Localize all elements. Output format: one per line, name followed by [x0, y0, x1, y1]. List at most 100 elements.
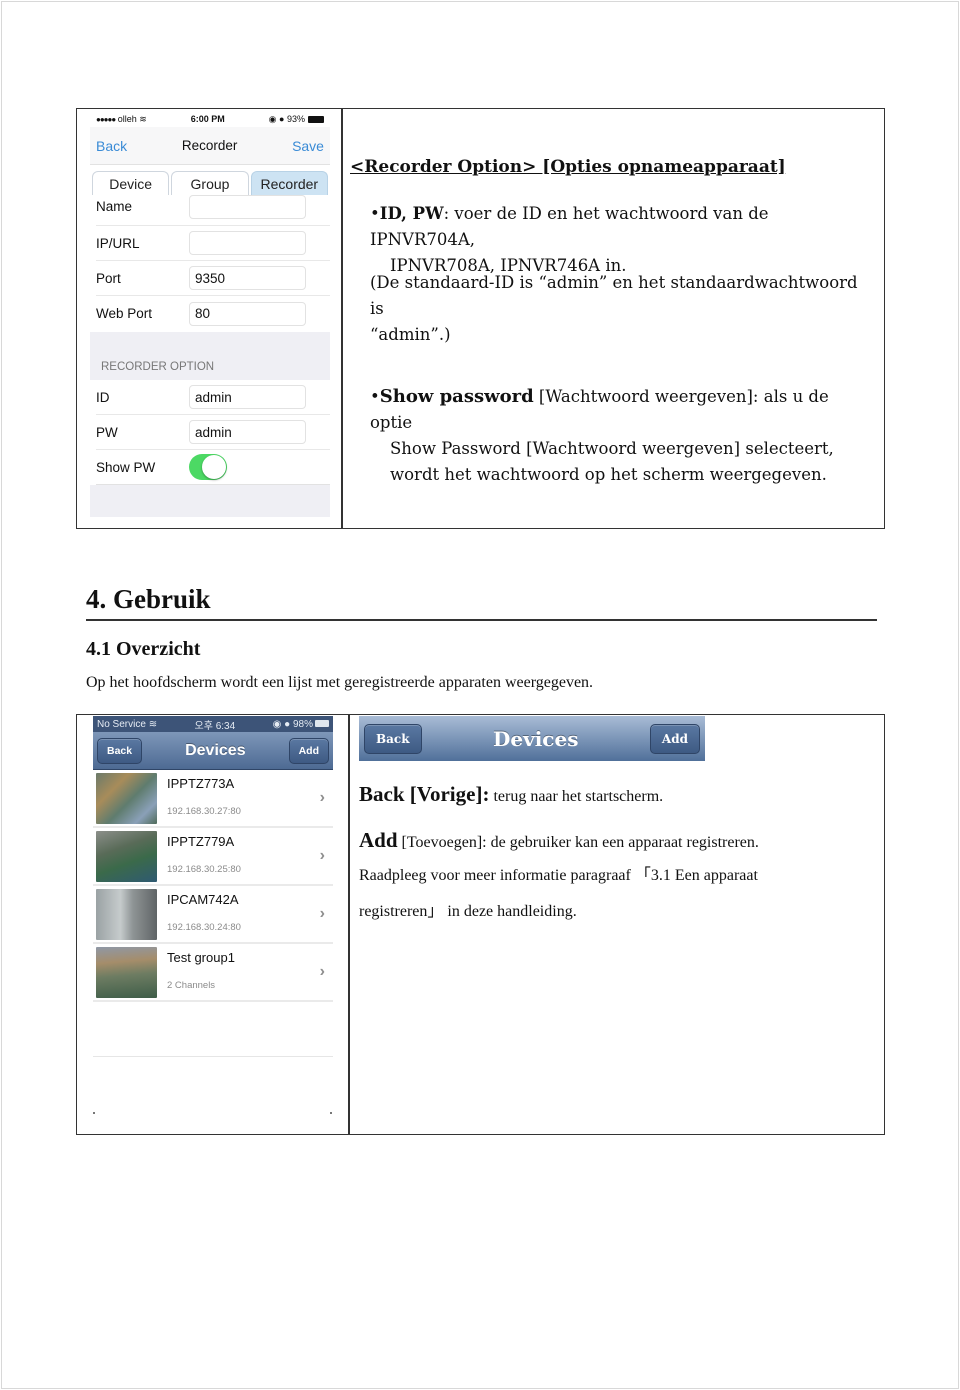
- group-info: Test group1 2 Channels: [167, 944, 333, 1000]
- table-divider: [348, 715, 350, 1134]
- device-list-item[interactable]: IPPTZ773A 192.168.30.27:80 ›: [93, 770, 333, 828]
- name-row: Name: [96, 195, 330, 226]
- status-bar: No Service ≋ 오후 6:34 ◉ ● 98%: [93, 716, 333, 732]
- add-desc: [Toevoegen]: de gebruiker kan een appara…: [397, 834, 759, 851]
- back-button[interactable]: Back: [96, 138, 127, 154]
- nav-title: Devices: [185, 741, 246, 759]
- back-description: Back [Vorige]: terug naar het startscher…: [359, 782, 663, 807]
- lock-rotation-icon: ◉: [268, 113, 277, 124]
- alarm-icon: ●: [284, 718, 291, 730]
- chevron-right-icon: ›: [319, 963, 325, 980]
- back-term: Back [Vorige]:: [359, 782, 490, 806]
- device-info: IPPTZ773A 192.168.30.27:80: [167, 770, 333, 826]
- scroll-marker: [93, 1112, 95, 1114]
- back-button[interactable]: Back: [364, 723, 422, 754]
- reference-line-2: registreren」 in deze handleiding.: [359, 903, 577, 920]
- name-input[interactable]: [189, 195, 306, 219]
- device-thumbnail: [96, 830, 157, 882]
- device-thumbnail: [96, 888, 157, 940]
- show-password-desc-2: Show Password [Wachtwoord weergeven] sel…: [390, 439, 834, 458]
- back-button[interactable]: Back: [97, 737, 143, 764]
- chevron-right-icon: ›: [319, 789, 325, 806]
- status-time: 오후 6:34: [194, 720, 236, 732]
- port-input[interactable]: 9350: [189, 266, 306, 290]
- save-button[interactable]: Save: [292, 138, 324, 154]
- id-pw-bullet: •ID, PW: voer de ID en het wachtwoord va…: [370, 201, 875, 279]
- id-input[interactable]: admin: [189, 385, 306, 409]
- nav-title: Recorder: [181, 138, 238, 153]
- show-password-term: Show password: [379, 386, 534, 407]
- bullet-icon: •: [370, 204, 380, 223]
- id-row: ID admin: [96, 380, 330, 415]
- id-pw-term: ID, PW: [379, 204, 444, 223]
- nav-bar: Back Recorder Save: [90, 127, 330, 165]
- id-label: ID: [96, 389, 110, 405]
- scroll-marker: [330, 1112, 332, 1114]
- ip-url-row: IP/URL: [96, 226, 330, 261]
- show-pw-toggle[interactable]: [189, 454, 227, 480]
- chevron-right-icon: ›: [319, 905, 325, 922]
- device-name: IPCAM742A: [167, 892, 239, 907]
- show-password-bullet: •Show password [Wachtwoord weergeven]: a…: [370, 384, 875, 488]
- default-credentials-note: (De standaard-ID is “admin” en het stand…: [370, 270, 875, 348]
- port-row: Port 9350: [96, 261, 330, 296]
- group-thumbnail: [96, 946, 157, 998]
- port-label: Port: [96, 270, 121, 286]
- add-description: Add [Toevoegen]: de gebruiker kan een ap…: [359, 828, 759, 853]
- note-line-1: (De standaard-ID is “admin” en het stand…: [370, 273, 858, 318]
- recorder-option-heading: <Recorder Option> [Opties opnameapparaat…: [350, 157, 786, 177]
- show-password-desc-3: wordt het wachtwoord op het scherm weerg…: [390, 465, 827, 484]
- carrier-indicator: No Service ≋: [97, 718, 158, 730]
- group-channels: 2 Channels: [167, 980, 216, 991]
- status-bar: ●●●●● olleh ≋ 6:00 PM ◉ ● 93%: [90, 111, 330, 127]
- table-divider: [341, 109, 343, 528]
- show-pw-label: Show PW: [96, 459, 156, 475]
- device-address: 192.168.30.27:80: [167, 806, 241, 817]
- device-name: IPPTZ779A: [167, 834, 235, 849]
- web-port-input[interactable]: 80: [189, 301, 306, 326]
- devices-screenshot: No Service ≋ 오후 6:34 ◉ ● 98% Back Device…: [93, 716, 333, 1122]
- back-desc: terug naar het startscherm.: [489, 788, 664, 805]
- section-rule: [86, 619, 877, 621]
- battery-indicator: ◉ ● 93%: [269, 114, 324, 125]
- pw-input[interactable]: admin: [189, 420, 306, 444]
- name-label: Name: [96, 198, 133, 214]
- device-address: 192.168.30.25:80: [167, 864, 241, 875]
- lock-rotation-icon: ◉: [272, 718, 282, 730]
- signal-icon: ●●●●●: [96, 114, 116, 124]
- device-thumbnail: [96, 772, 157, 824]
- ip-url-input[interactable]: [189, 231, 306, 255]
- tab-group[interactable]: Group: [171, 171, 249, 195]
- web-port-label: Web Port: [96, 306, 153, 321]
- web-port-row: Web Port 80: [96, 296, 330, 331]
- section-title: 4. Gebruik: [86, 584, 211, 614]
- section-header: RECORDER OPTION: [90, 332, 330, 380]
- devices-nav-bar-enlarged: Back Devices Add: [359, 716, 705, 761]
- bullet-icon: •: [370, 387, 380, 406]
- chevron-right-icon: ›: [319, 847, 325, 864]
- add-term: Add: [359, 828, 398, 852]
- nav-title: Devices: [493, 726, 579, 751]
- tab-recorder[interactable]: Recorder: [250, 171, 328, 195]
- device-list-item[interactable]: IPPTZ779A 192.168.30.25:80 ›: [93, 828, 333, 886]
- tab-device[interactable]: Device: [92, 171, 170, 195]
- recorder-option-table: ●●●●● olleh ≋ 6:00 PM ◉ ● 93% Back Recor…: [76, 108, 885, 529]
- device-list-item[interactable]: IPCAM742A 192.168.30.24:80 ›: [93, 886, 333, 944]
- screen-footer: [90, 485, 330, 517]
- note-line-2: “admin”.): [370, 325, 451, 344]
- nav-bar: Back Devices Add: [93, 732, 333, 770]
- reference-line-1: Raadpleeg voor meer informatie paragraaf…: [359, 867, 758, 884]
- subsection-title: 4.1 Overzicht: [86, 638, 201, 660]
- add-button[interactable]: Add: [649, 723, 700, 754]
- toggle-knob: [202, 455, 226, 479]
- recorder-screenshot: ●●●●● olleh ≋ 6:00 PM ◉ ● 93% Back Recor…: [90, 111, 330, 517]
- group-list-item[interactable]: Test group1 2 Channels ›: [93, 944, 333, 1002]
- list-separator: [93, 1056, 333, 1057]
- add-button[interactable]: Add: [288, 737, 329, 764]
- device-name: IPPTZ773A: [167, 776, 235, 791]
- overview-paragraph: Op het hoofdscherm wordt een lijst met g…: [86, 674, 594, 691]
- device-info: IPCAM742A 192.168.30.24:80: [167, 886, 333, 942]
- device-info: IPPTZ779A 192.168.30.25:80: [167, 828, 333, 884]
- carrier-indicator: ●●●●● olleh ≋: [96, 113, 147, 124]
- battery-icon: [308, 115, 324, 123]
